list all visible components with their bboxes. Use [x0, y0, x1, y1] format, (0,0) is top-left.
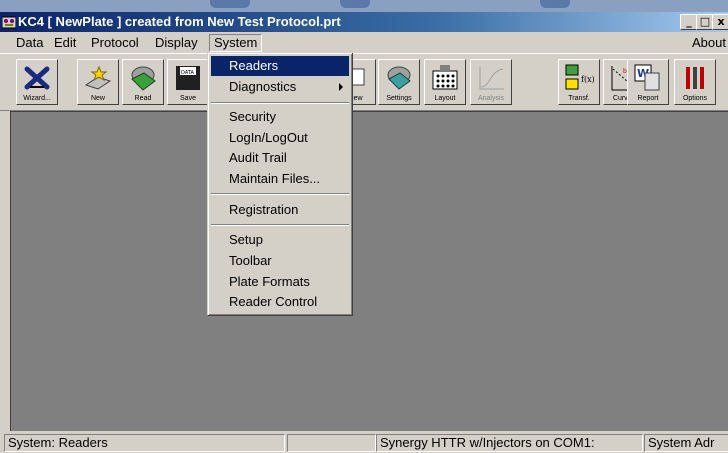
- menu-item-label: Registration: [229, 202, 299, 217]
- status-reader: Synergy HTTR w/Injectors on COM1:: [376, 434, 643, 452]
- close-button[interactable]: x: [712, 14, 728, 30]
- menu-item-registration[interactable]: Registration: [211, 200, 349, 220]
- tool-label: Read: [134, 95, 152, 102]
- read-button[interactable]: Read: [122, 59, 164, 105]
- transform-icon: f(x): [565, 64, 594, 90]
- menu-item-audit-trail[interactable]: Audit Trail: [211, 148, 349, 168]
- desktop-shape: [540, 0, 570, 8]
- menu-item-label: Readers: [229, 58, 279, 73]
- layout-button[interactable]: Layout: [424, 59, 466, 105]
- toolbar: Wizard... New Read DATA Save View Settin…: [0, 53, 728, 111]
- menu-item-reader-control[interactable]: Reader Control: [211, 292, 349, 312]
- new-button[interactable]: New: [77, 59, 119, 105]
- menu-item-readers[interactable]: Readers: [211, 56, 349, 76]
- menu-bar: Data Edit Protocol Display System About: [0, 32, 728, 52]
- tool-label: Wizard...: [23, 95, 51, 102]
- tool-label: Settings: [386, 95, 412, 102]
- tool-label: Transf.: [568, 95, 590, 102]
- menu-item-label: Maintain Files...: [229, 171, 321, 186]
- menu-system[interactable]: System: [209, 34, 263, 52]
- menu-edit[interactable]: Edit: [50, 35, 80, 50]
- menu-data[interactable]: Data: [12, 35, 47, 50]
- menu-separator: [211, 224, 349, 226]
- window-title: KC4 [ NewPlate ] created from New Test P…: [18, 14, 341, 29]
- title-bar[interactable]: KC4 [ NewPlate ] created from New Test P…: [0, 12, 728, 32]
- menu-item-security[interactable]: Security: [211, 107, 349, 127]
- settings-button[interactable]: Settings: [378, 59, 420, 105]
- menu-about[interactable]: About: [692, 35, 726, 50]
- plate-reader-icon: [131, 66, 156, 91]
- window-controls: _ □ x: [680, 14, 728, 30]
- tool-label: Layout: [434, 95, 456, 102]
- menu-separator: [211, 102, 349, 104]
- report-word-icon: W: [634, 64, 660, 91]
- analysis-button[interactable]: Analysis: [470, 59, 512, 105]
- menu-item-plate-formats[interactable]: Plate Formats: [211, 272, 349, 292]
- status-system-address: System Adr: [644, 434, 728, 452]
- menu-item-label: Security: [229, 109, 276, 124]
- svg-text:DATA: DATA: [181, 70, 194, 76]
- menu-item-maintain-files[interactable]: Maintain Files...: [211, 169, 349, 189]
- options-button[interactable]: Options: [674, 59, 716, 105]
- tool-label: Report: [637, 95, 659, 102]
- tool-label: Save: [180, 95, 196, 102]
- wizard-button[interactable]: Wizard...: [16, 59, 58, 105]
- menu-display[interactable]: Display: [151, 35, 202, 50]
- menu-protocol[interactable]: Protocol: [87, 35, 143, 50]
- wizard-icon: [24, 66, 50, 90]
- system-menu-dropdown: Readers Diagnostics Security LogIn/LogOu…: [207, 52, 352, 315]
- new-plate-icon: [84, 65, 112, 90]
- transform-button[interactable]: f(x) Transf.: [558, 59, 600, 105]
- tool-label: New: [90, 95, 105, 102]
- plate-layout-icon: [432, 65, 458, 90]
- tool-label: Analysis: [477, 95, 505, 102]
- desktop-shape: [210, 0, 250, 8]
- analysis-curve-icon: [479, 67, 504, 90]
- status-blank-panel: [287, 434, 376, 452]
- menu-item-diagnostics[interactable]: Diagnostics: [211, 77, 349, 97]
- status-message: System: Readers: [4, 434, 285, 452]
- status-bar: System: Readers Synergy HTTR w/Injectors…: [0, 432, 728, 453]
- save-button[interactable]: DATA Save: [167, 59, 209, 105]
- window-left-edge: [0, 111, 10, 431]
- menu-item-label: Plate Formats: [229, 274, 310, 289]
- menu-item-label: Setup: [229, 232, 263, 247]
- desktop-strip: [0, 0, 728, 12]
- menu-item-login-logout[interactable]: LogIn/LogOut: [211, 128, 349, 148]
- menu-item-setup[interactable]: Setup: [211, 230, 349, 250]
- menu-item-label: Diagnostics: [229, 79, 297, 94]
- report-button[interactable]: W Report: [627, 59, 669, 105]
- save-disk-icon: DATA: [176, 66, 200, 90]
- menu-item-label: LogIn/LogOut: [229, 130, 308, 145]
- menu-item-label: Reader Control: [229, 294, 318, 309]
- submenu-arrow-icon: [339, 83, 343, 91]
- options-tools-icon: [686, 67, 704, 89]
- menu-separator: [211, 193, 349, 195]
- mdi-workspace: [10, 111, 728, 431]
- svg-text:f(x): f(x): [581, 75, 594, 84]
- menu-item-toolbar[interactable]: Toolbar: [211, 251, 349, 271]
- menu-item-label: Toolbar: [229, 253, 272, 268]
- desktop-shape: [340, 0, 370, 8]
- menu-item-label: Audit Trail: [229, 150, 287, 165]
- settings-reader-icon: [387, 66, 411, 90]
- app-icon: [2, 16, 16, 29]
- tool-label: Options: [682, 95, 708, 102]
